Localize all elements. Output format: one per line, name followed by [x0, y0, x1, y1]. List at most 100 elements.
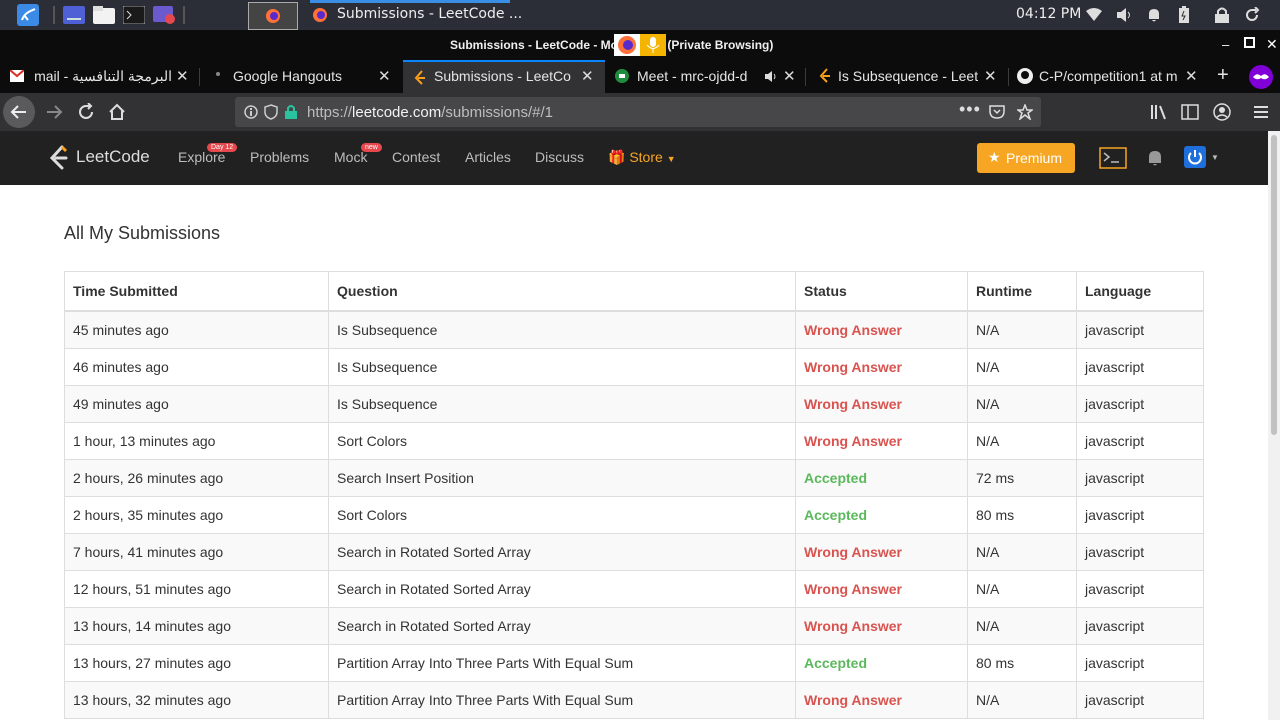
- status-cell[interactable]: Wrong Answer: [795, 533, 968, 571]
- sidebar-icon[interactable]: [1181, 104, 1199, 120]
- close-tab-icon[interactable]: ✕: [378, 67, 391, 85]
- reload-icon[interactable]: [77, 103, 95, 121]
- notification-bell-icon[interactable]: [1146, 7, 1162, 23]
- close-tab-icon[interactable]: ✕: [1185, 67, 1198, 85]
- page-actions-icon[interactable]: •••: [959, 99, 981, 120]
- column-header: Question: [328, 271, 796, 312]
- pocket-icon[interactable]: [989, 105, 1005, 119]
- tab-github[interactable]: C-P/competition1 at m ✕: [1009, 60, 1209, 93]
- forward-arrow-icon[interactable]: [45, 103, 63, 121]
- table-row: 45 minutes ago Is Subsequence Wrong Answer…: [64, 310, 1204, 349]
- time-submitted-cell: 7 hours, 41 minutes ago: [64, 533, 329, 571]
- question-cell: Sort Colors: [328, 496, 796, 534]
- file-manager-icon[interactable]: [93, 6, 115, 24]
- status-cell[interactable]: Wrong Answer: [795, 310, 968, 349]
- navigation-toolbar: https://leetcode.com/submissions/#/1 •••: [0, 93, 1280, 131]
- clock[interactable]: 04:12 PM: [1016, 6, 1081, 22]
- page-scrollbar[interactable]: [1268, 131, 1280, 720]
- time-submitted-cell: 1 hour, 13 minutes ago: [64, 422, 329, 460]
- tab-google-hangouts[interactable]: Google Hangouts ✕: [200, 60, 403, 93]
- leetcode-icon: [819, 68, 830, 83]
- table-body: 45 minutes ago Is Subsequence Wrong Answer…: [64, 310, 1204, 719]
- home-icon[interactable]: [108, 103, 126, 121]
- app-menu-icon[interactable]: [16, 3, 40, 27]
- back-button[interactable]: [3, 96, 35, 128]
- time-submitted-cell: 13 hours, 32 minutes ago: [64, 681, 329, 719]
- question-cell: Search Insert Position: [328, 459, 796, 497]
- tab-mail[interactable]: البرمجة التنافسية - mail ✕: [0, 60, 200, 93]
- nav-articles[interactable]: Articles: [465, 149, 511, 165]
- status-cell[interactable]: Wrong Answer: [795, 348, 968, 386]
- question-cell: Is Subsequence: [328, 385, 796, 423]
- question-cell: Partition Array Into Three Parts With Eq…: [328, 644, 796, 682]
- leetcode-logo-text[interactable]: LeetCode: [76, 147, 150, 167]
- status-cell[interactable]: Wrong Answer: [795, 570, 968, 608]
- speaker-icon[interactable]: [764, 70, 778, 83]
- url-text[interactable]: https://leetcode.com/submissions/#/1: [307, 104, 553, 121]
- account-icon[interactable]: [1213, 103, 1231, 121]
- status-cell[interactable]: Wrong Answer: [795, 422, 968, 460]
- avatar[interactable]: [1184, 146, 1206, 168]
- wifi-icon[interactable]: [1086, 8, 1102, 22]
- maximize-icon[interactable]: [1244, 37, 1255, 48]
- tab-is-subsequence[interactable]: Is Subsequence - Leet ✕: [806, 60, 1009, 93]
- leetcode-logo-icon[interactable]: [48, 145, 70, 171]
- battery-icon[interactable]: [1178, 6, 1190, 24]
- premium-button[interactable]: ★ Premium: [977, 143, 1075, 173]
- volume-icon[interactable]: [1116, 7, 1132, 23]
- submissions-table: Time Submitted Question Status Runtime L…: [64, 271, 1204, 719]
- time-submitted-cell: 46 minutes ago: [64, 348, 329, 386]
- taskbar-firefox-button[interactable]: [248, 2, 298, 30]
- terminal-icon[interactable]: [123, 6, 145, 24]
- status-cell[interactable]: Accepted: [795, 644, 968, 682]
- close-tab-icon[interactable]: ✕: [783, 67, 796, 85]
- nav-store[interactable]: 🎁 Store ▼: [608, 149, 676, 166]
- restart-icon[interactable]: [1244, 7, 1260, 23]
- screen-recorder-icon[interactable]: [153, 6, 175, 24]
- caret-down-icon[interactable]: ▼: [1211, 153, 1219, 162]
- question-cell: Sort Colors: [328, 422, 796, 460]
- close-tab-icon[interactable]: ✕: [176, 67, 189, 85]
- tracking-protection-icon[interactable]: [264, 104, 278, 120]
- library-icon[interactable]: [1150, 104, 1168, 120]
- page-title: All My Submissions: [64, 223, 221, 243]
- time-submitted-cell: 2 hours, 35 minutes ago: [64, 496, 329, 534]
- nav-contest[interactable]: Contest: [392, 149, 440, 165]
- column-header: Status: [795, 271, 968, 312]
- close-tab-icon[interactable]: ✕: [581, 67, 594, 85]
- scrollbar-thumb[interactable]: [1271, 135, 1277, 435]
- gmail-icon: [10, 70, 24, 82]
- microphone-sharing-icon[interactable]: [640, 34, 666, 56]
- notification-bell-icon[interactable]: [1146, 149, 1164, 167]
- active-window-title[interactable]: Submissions - LeetCode ...: [337, 6, 522, 22]
- language-cell: javascript: [1076, 570, 1204, 608]
- lock-icon[interactable]: [1214, 6, 1230, 24]
- status-cell[interactable]: Accepted: [795, 459, 968, 497]
- gift-icon: 🎁: [608, 149, 626, 165]
- tab-submissions-leetcode[interactable]: Submissions - LeetCo ✕: [403, 60, 605, 95]
- close-window-icon[interactable]: ✕: [1266, 36, 1278, 53]
- status-cell[interactable]: Accepted: [795, 496, 968, 534]
- status-cell[interactable]: Wrong Answer: [795, 607, 968, 645]
- status-cell[interactable]: Wrong Answer: [795, 385, 968, 423]
- question-cell: Partition Array Into Three Parts With Eq…: [328, 681, 796, 719]
- nav-problems[interactable]: Problems: [250, 149, 309, 165]
- status-cell[interactable]: Wrong Answer: [795, 681, 968, 719]
- hamburger-menu-icon[interactable]: [1252, 104, 1270, 120]
- close-tab-icon[interactable]: ✕: [984, 67, 997, 85]
- minimize-icon[interactable]: –: [1222, 37, 1229, 52]
- tab-google-meet[interactable]: Meet - mrc-ojdd-d ✕: [605, 60, 806, 93]
- bookmark-star-icon[interactable]: [1017, 104, 1033, 120]
- language-cell: javascript: [1076, 348, 1204, 386]
- language-cell: javascript: [1076, 681, 1204, 719]
- time-submitted-cell: 49 minutes ago: [64, 385, 329, 423]
- leetcode-icon: [414, 70, 425, 85]
- playground-icon[interactable]: [1099, 147, 1127, 169]
- workspace-icon[interactable]: [63, 6, 85, 24]
- runtime-cell: N/A: [967, 422, 1077, 460]
- language-cell: javascript: [1076, 310, 1204, 349]
- url-bar[interactable]: https://leetcode.com/submissions/#/1 •••: [235, 97, 1041, 127]
- new-tab-icon[interactable]: +: [1217, 64, 1229, 87]
- nav-discuss[interactable]: Discuss: [535, 149, 584, 165]
- info-icon[interactable]: [244, 105, 258, 119]
